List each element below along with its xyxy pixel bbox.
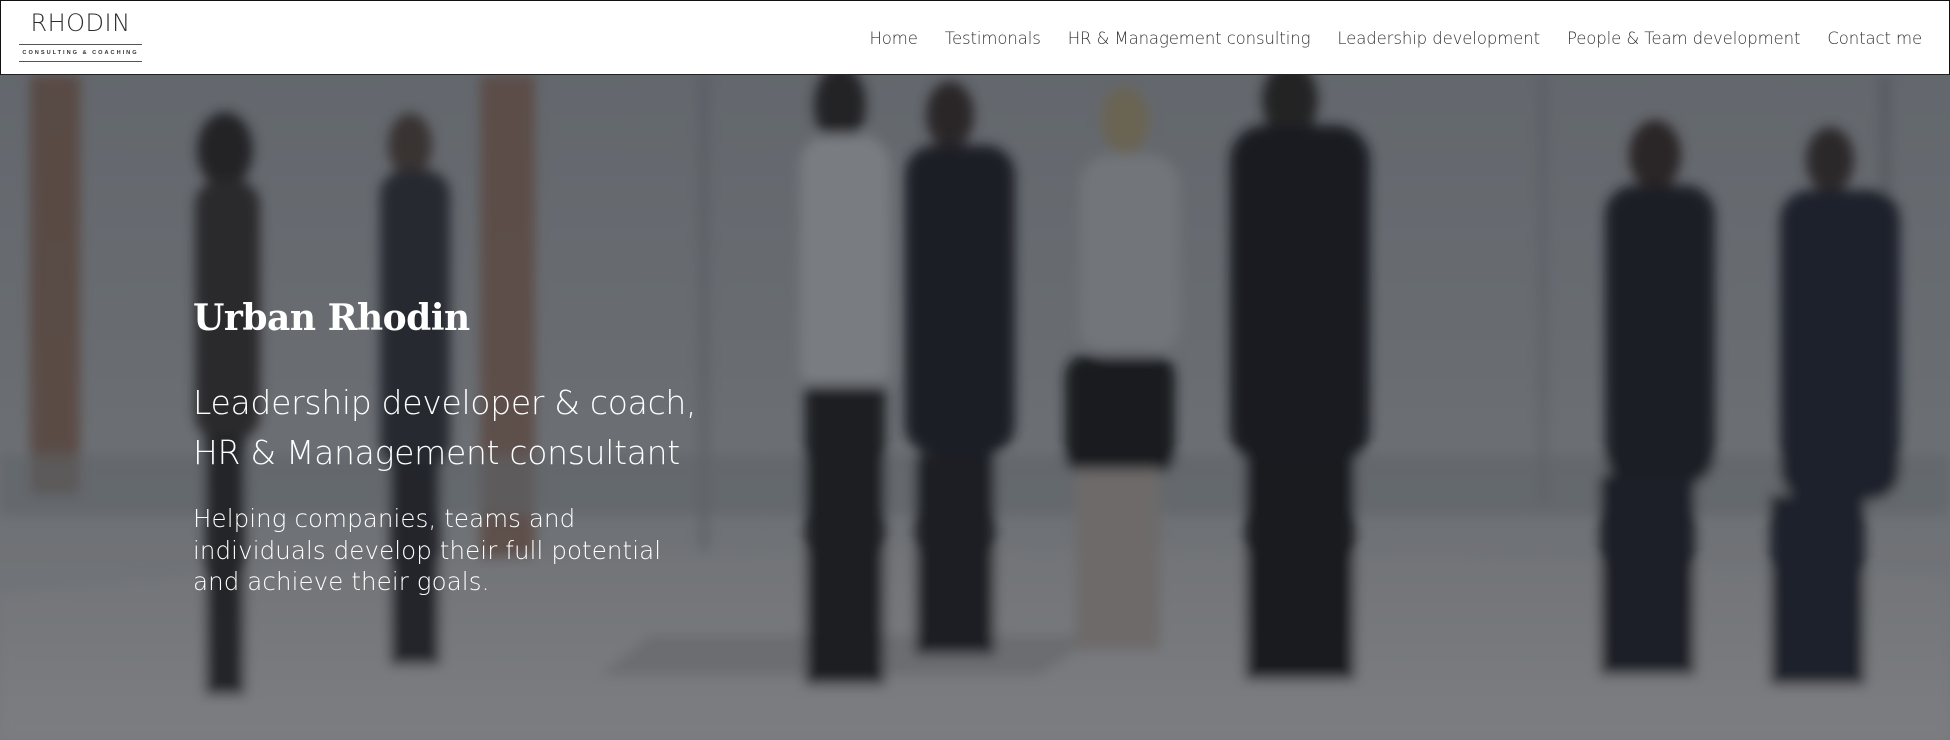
hero-title: Urban Rhodin xyxy=(193,297,470,339)
nav-item-people-team-development[interactable]: People & Team development xyxy=(1567,29,1800,48)
nav-item-hr-management-consulting[interactable]: HR & Management consulting xyxy=(1068,29,1311,48)
page: RHODIN CONSULTING & COACHING Home Testim… xyxy=(0,0,1950,740)
hero-subtitle-line: Leadership developer & coach, xyxy=(193,383,697,422)
logo-divider-top xyxy=(19,44,142,45)
main-nav: Home Testimonals HR & Management consult… xyxy=(869,29,1922,48)
hero-description-line: individuals develop their full potential xyxy=(193,535,662,565)
logo-tagline: CONSULTING & COACHING xyxy=(22,50,139,56)
nav-item-leadership-development[interactable]: Leadership development xyxy=(1337,29,1540,48)
site-header: RHODIN CONSULTING & COACHING Home Testim… xyxy=(0,0,1950,75)
hero-description-line: Helping companies, teams and xyxy=(193,504,576,533)
nav-item-contact-me[interactable]: Contact me xyxy=(1827,29,1922,48)
hero-subtitle-line: HR & Management consultant xyxy=(193,433,680,472)
logo-name: RHODIN xyxy=(30,9,131,37)
hero-section: Urban Rhodin Leadership developer & coac… xyxy=(0,75,1950,740)
logo[interactable]: RHODIN CONSULTING & COACHING xyxy=(19,9,142,65)
nav-item-home[interactable]: Home xyxy=(869,29,917,48)
nav-item-testimonials[interactable]: Testimonals xyxy=(945,29,1041,48)
logo-divider-bottom xyxy=(19,61,142,62)
hero-description: Helping companies, teams and individuals… xyxy=(193,503,693,598)
hero-description-line: and achieve their goals. xyxy=(193,567,490,596)
hero-subtitle: Leadership developer & coach, HR & Manag… xyxy=(193,378,753,478)
